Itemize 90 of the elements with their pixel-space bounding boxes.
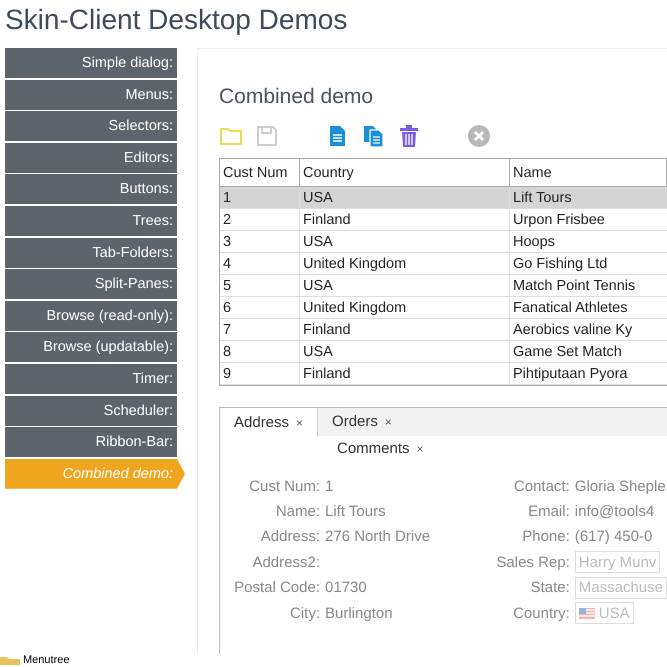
tab[interactable]: Orders × bbox=[318, 408, 406, 435]
table-cell: 9 bbox=[220, 363, 300, 384]
field-value: USA bbox=[598, 604, 630, 622]
field-label: Country: bbox=[512, 604, 570, 622]
sidebar-item[interactable]: Tab-Folders: bbox=[5, 238, 177, 268]
table-cell-text: Aerobics valine Ky bbox=[512, 320, 634, 340]
field-value: 276 North Drive bbox=[325, 528, 430, 546]
field-label: Email: bbox=[527, 503, 570, 520]
field-label: City: bbox=[289, 604, 320, 622]
table-row[interactable]: 1 USA Lift Tours bbox=[220, 187, 667, 209]
table-cell: 5 bbox=[220, 275, 300, 296]
panel-heading: Combined demo bbox=[219, 85, 374, 110]
table-cell-text: Lift Tours bbox=[512, 188, 573, 208]
field-value: Gloria Sheple bbox=[574, 478, 666, 495]
field-value: 01730 bbox=[325, 579, 367, 596]
close-icon[interactable]: × bbox=[296, 416, 304, 430]
table-row[interactable]: 2 Finland Urpon Frisbee bbox=[220, 209, 667, 231]
field-label: Contact: bbox=[512, 478, 570, 495]
table-cell: USA bbox=[300, 275, 510, 296]
table-row[interactable]: 6 United Kingdom Fanatical Athletes bbox=[220, 297, 667, 319]
table-cell: USA bbox=[300, 187, 510, 208]
table-cell: USA bbox=[300, 231, 510, 252]
field-label: Cust Num: bbox=[248, 478, 320, 495]
table-cell: Finland bbox=[300, 209, 510, 230]
copy-icon[interactable] bbox=[361, 124, 385, 148]
sidebar-item[interactable]: Selectors: bbox=[5, 111, 177, 142]
table-cell: 4 bbox=[220, 253, 300, 274]
sidebar-item[interactable]: Browse (updatable): bbox=[5, 332, 177, 362]
table-cell: 3 bbox=[220, 231, 300, 252]
table-cell: 8 bbox=[220, 341, 300, 362]
sidebar-item[interactable]: Simple dialog: bbox=[5, 48, 177, 78]
field-label: Phone: bbox=[521, 528, 570, 546]
column-header[interactable]: Country bbox=[300, 159, 510, 186]
column-header[interactable]: Cust Num bbox=[220, 159, 300, 186]
table-cell: 2 bbox=[220, 209, 300, 230]
tab[interactable]: Comments × bbox=[323, 436, 438, 461]
table-row[interactable]: 7 Finland Aerobics valine Ky bbox=[220, 319, 667, 341]
table-cell: 6 bbox=[220, 297, 300, 318]
close-icon[interactable]: × bbox=[384, 414, 392, 428]
field-value: Burlington bbox=[325, 604, 393, 622]
sidebar-item[interactable]: Timer: bbox=[5, 364, 177, 394]
field-value: Lift Tours bbox=[325, 503, 386, 520]
table-cell: 7 bbox=[220, 319, 300, 340]
tree-item[interactable]: Menutree bbox=[23, 654, 70, 666]
close-icon[interactable] bbox=[467, 124, 491, 148]
field-label: Postal Code: bbox=[233, 579, 320, 596]
field-label: Address2: bbox=[251, 554, 320, 571]
table-cell-text: Game Set Match bbox=[512, 342, 623, 362]
table-cell-text: Match Point Tennis bbox=[512, 276, 636, 296]
table-cell: United Kingdom bbox=[300, 253, 510, 274]
table-cell: 1 bbox=[220, 187, 300, 208]
folder-icon bbox=[0, 655, 20, 665]
sidebar-item[interactable]: Buttons: bbox=[5, 174, 177, 204]
sidebar-item[interactable]: Scheduler: bbox=[5, 396, 177, 426]
tab-label: Comments bbox=[337, 440, 410, 457]
table-row[interactable]: 8 USA Game Set Match bbox=[220, 341, 667, 363]
field-value: (617) 450-0 bbox=[574, 528, 652, 546]
field-value: info@tools4 bbox=[574, 503, 654, 520]
field-label: Address: bbox=[260, 528, 320, 546]
table-row[interactable]: 9 Finland Pihtiputaan Pyora bbox=[220, 363, 667, 385]
table-cell: United Kingdom bbox=[300, 297, 510, 318]
tab-label: Orders bbox=[332, 413, 378, 430]
sidebar-item[interactable]: Ribbon-Bar: bbox=[5, 427, 177, 458]
sidebar-item[interactable]: Browse (read-only): bbox=[5, 300, 177, 331]
table-cell-text: Pihtiputaan Pyora bbox=[512, 364, 628, 384]
table-cell-text: Fanatical Athletes bbox=[512, 298, 628, 318]
table-row[interactable]: 3 USA Hoops bbox=[220, 231, 667, 253]
close-icon[interactable]: × bbox=[416, 442, 424, 456]
sidebar-item[interactable]: Menus: bbox=[5, 80, 177, 110]
field-label: Sales Rep: bbox=[495, 554, 570, 571]
sidebar-item[interactable]: Trees: bbox=[5, 206, 177, 236]
page-title: Skin-Client Desktop Demos bbox=[4, 3, 348, 37]
flag-icon bbox=[578, 608, 595, 619]
table-cell: Finland bbox=[300, 363, 510, 384]
column-header[interactable]: Name bbox=[510, 159, 667, 186]
table-row[interactable]: 5 USA Match Point Tennis bbox=[220, 275, 667, 297]
field-value: 1 bbox=[325, 478, 334, 495]
table-row[interactable]: 4 United Kingdom Go Fishing Ltd bbox=[220, 253, 667, 275]
trash-icon[interactable] bbox=[397, 124, 421, 148]
sidebar-item[interactable]: Split-Panes: bbox=[5, 269, 177, 300]
table-cell: USA bbox=[300, 341, 510, 362]
field-label: Name: bbox=[274, 503, 320, 520]
tab-label: Address bbox=[234, 414, 290, 431]
field-label: State: bbox=[530, 579, 570, 596]
tab[interactable]: Address × bbox=[220, 408, 318, 437]
table-cell: Finland bbox=[300, 319, 510, 340]
table-cell-text: Go Fishing Ltd bbox=[512, 254, 608, 274]
sidebar-item[interactable]: Editors: bbox=[5, 142, 177, 173]
table-cell-text: Hoops bbox=[512, 232, 556, 252]
table-cell-text: Urpon Frisbee bbox=[512, 210, 606, 230]
